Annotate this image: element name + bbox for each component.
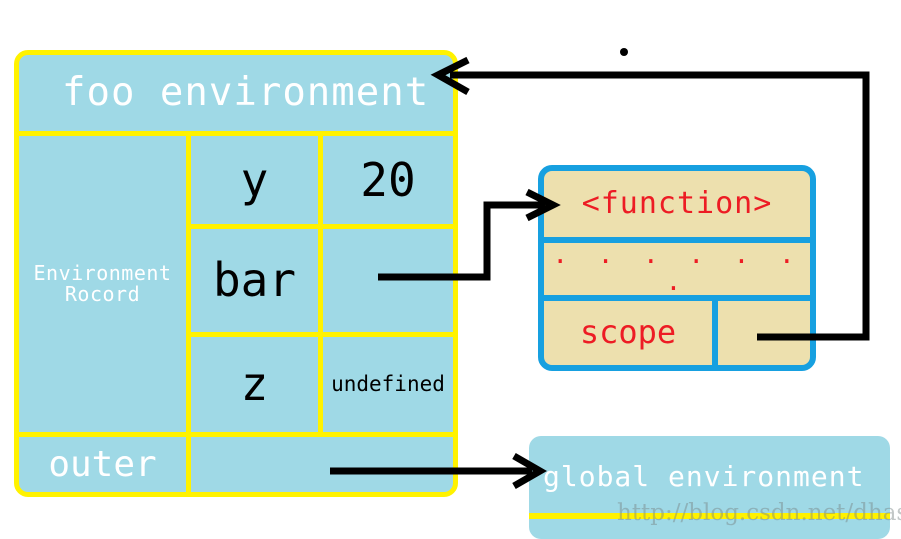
binding-key-y: y (240, 152, 269, 207)
binding-value-y: 20 (360, 152, 416, 207)
foo-environment-title: foo environment (62, 69, 430, 115)
stray-dot (620, 48, 628, 56)
watermark-url: http://blog.csdn.net/dhassa (617, 500, 901, 526)
global-environment-label: global environment (543, 460, 865, 494)
environment-record-label-line2: Rocord (64, 282, 141, 306)
function-scope-value (718, 301, 810, 365)
function-header-label: <function> (581, 186, 773, 222)
function-ellipsis: . . . . . . . (552, 239, 802, 297)
outer-label: outer (48, 443, 157, 485)
environment-record-label: Environment Rocord (19, 136, 186, 432)
binding-key-bar: bar (212, 253, 297, 308)
function-scope-label: scope (579, 313, 677, 352)
binding-value-z: undefined (331, 372, 445, 397)
diagram-canvas: foo environment Environment Rocord y 20 … (0, 0, 901, 539)
binding-key-z: z (240, 357, 269, 412)
outer-value-cell (191, 437, 453, 492)
binding-value-bar (323, 229, 453, 332)
environment-record-label-line1: Environment (33, 261, 172, 285)
